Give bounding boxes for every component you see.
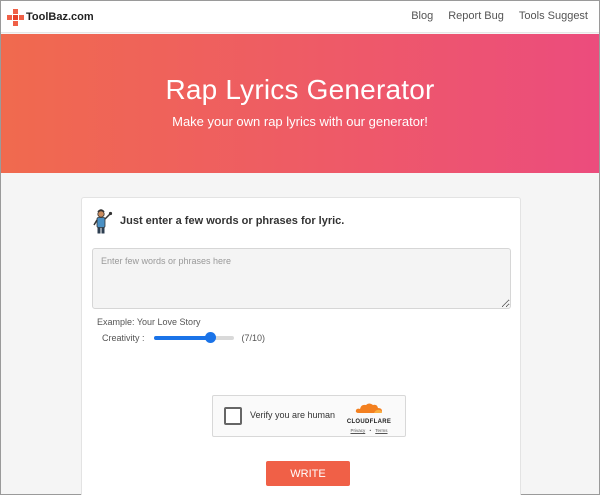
captcha-widget: Verify you are human CLOUDFLARE Privacy …: [212, 395, 406, 437]
brand-logo-link[interactable]: ToolBaz.com: [7, 7, 94, 27]
cloudflare-branding: CLOUDFLARE Privacy • Terms: [339, 401, 399, 433]
cloudflare-links: Privacy • Terms: [339, 428, 399, 433]
lyrics-input[interactable]: [92, 248, 511, 309]
write-button[interactable]: WRITE: [266, 461, 350, 486]
link-separator: •: [369, 428, 372, 433]
slider-fill: [153, 336, 210, 340]
creativity-slider[interactable]: [153, 332, 234, 344]
captcha-label: Verify you are human: [250, 410, 336, 420]
hero-banner: Rap Lyrics Generator Make your own rap l…: [1, 34, 599, 173]
toolbaz-logo-icon: [7, 8, 24, 26]
cloudflare-name: CLOUDFLARE: [346, 419, 392, 425]
terms-link[interactable]: Terms: [375, 428, 387, 433]
form-heading: Just enter a few words or phrases for ly…: [120, 215, 345, 227]
nav-link-tools-suggest[interactable]: Tools Suggest: [519, 10, 588, 22]
nav-link-blog[interactable]: Blog: [411, 10, 433, 22]
creativity-value: (7/10): [241, 333, 266, 343]
rapper-figure-icon: [93, 209, 113, 234]
nav-link-report-bug[interactable]: Report Bug: [448, 10, 504, 22]
cloudflare-cloud-icon: [355, 403, 382, 413]
nav-links: Blog Report Bug Tools Suggest: [396, 10, 588, 22]
privacy-link[interactable]: Privacy: [350, 428, 365, 433]
creativity-label: Creativity :: [102, 333, 145, 343]
captcha-checkbox[interactable]: [224, 407, 242, 425]
page-title: Rap Lyrics Generator: [165, 74, 435, 105]
generator-card: Just enter a few words or phrases for ly…: [81, 197, 521, 495]
top-navbar: ToolBaz.com Blog Report Bug Tools Sugges…: [1, 1, 599, 33]
card-heading: Just enter a few words or phrases for ly…: [92, 208, 344, 234]
page-subtitle: Make your own rap lyrics with our genera…: [172, 114, 428, 129]
creativity-row: Creativity : (7/10): [102, 332, 265, 344]
brand-name: ToolBaz.com: [26, 11, 94, 23]
slider-thumb[interactable]: [204, 332, 216, 343]
example-text: Example: Your Love Story: [97, 317, 201, 327]
